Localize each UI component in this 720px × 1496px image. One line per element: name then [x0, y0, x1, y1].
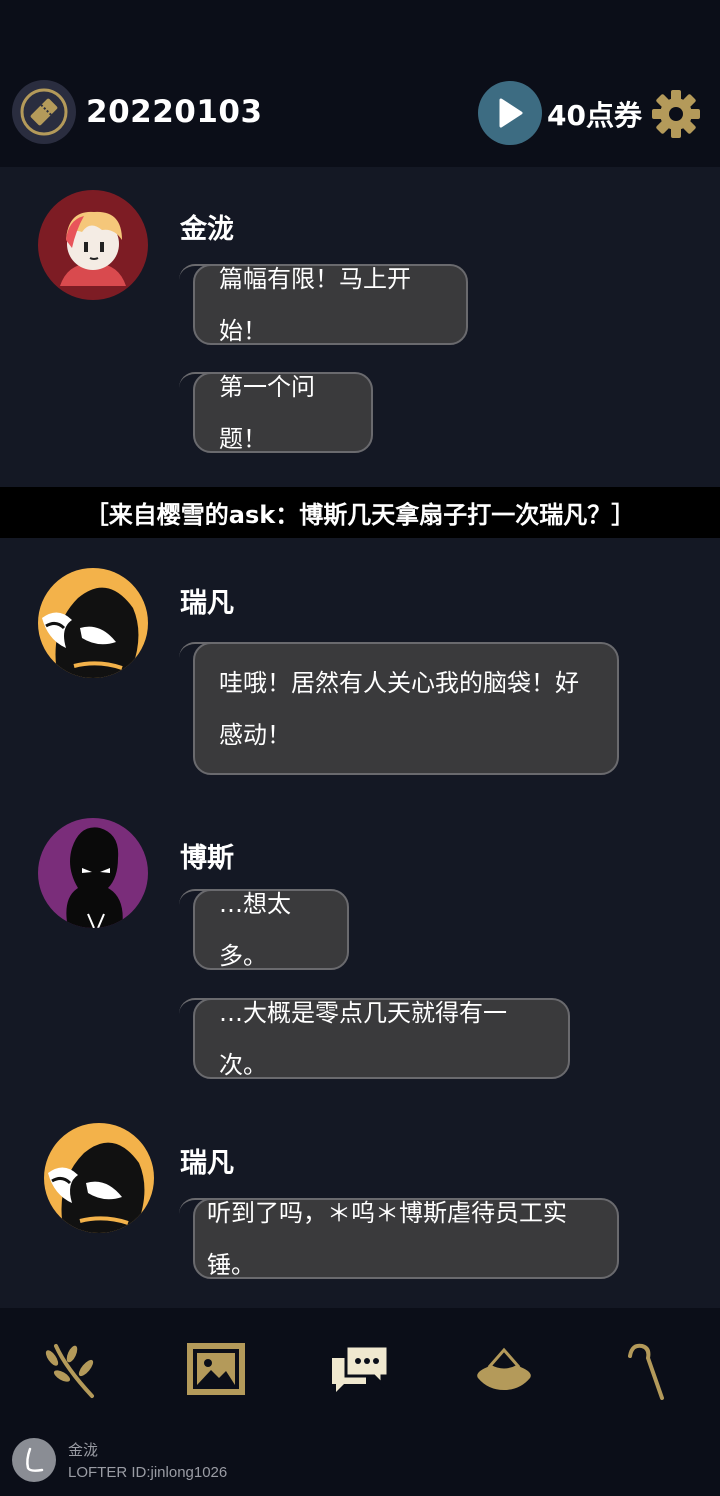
- watermark-id: LOFTER ID:jinlong1026: [68, 1464, 228, 1481]
- question-banner: ［来自樱雪的ask：博斯几天拿扇子打一次瑞凡？］: [0, 487, 720, 538]
- message-bubble: 听到了吗，＊呜＊博斯虐待员工实锤。: [179, 1198, 619, 1279]
- avatar-ruifan: [38, 568, 148, 678]
- avatar-jinlong: [38, 190, 148, 300]
- date-label: 20220103: [86, 94, 263, 130]
- message-bubble: 第一个问题！: [179, 372, 373, 453]
- message-bubble: 篇幅有限！马上开始！: [179, 264, 468, 345]
- speaker-name: 博斯: [180, 843, 234, 874]
- play-icon: [499, 98, 523, 128]
- gallery-icon[interactable]: [184, 1340, 248, 1400]
- ticket-button[interactable]: [12, 80, 76, 144]
- top-bar: [0, 0, 720, 167]
- speaker-name: 金泷: [180, 214, 234, 245]
- watermark-author: 金泷: [68, 1442, 99, 1459]
- lofter-watermark: 金泷 LOFTER ID:jinlong1026: [12, 1438, 227, 1482]
- play-button[interactable]: [478, 81, 542, 145]
- branch-icon[interactable]: [42, 1340, 106, 1400]
- message-bubble: …想太多。: [179, 889, 349, 970]
- ticket-icon: [20, 88, 68, 136]
- points-label: 40点券: [547, 99, 642, 132]
- speaker-name: 瑞凡: [180, 1148, 234, 1179]
- cane-icon[interactable]: [616, 1340, 680, 1400]
- speaker-name: 瑞凡: [180, 588, 234, 619]
- avatar-ruifan: [44, 1123, 154, 1233]
- hat-icon[interactable]: [472, 1340, 536, 1400]
- message-bubble: 哇哦！居然有人关心我的脑袋！好感动！: [179, 642, 619, 775]
- message-bubble: …大概是零点几天就得有一次。: [179, 998, 570, 1079]
- avatar-bosi: [38, 818, 148, 928]
- gear-icon[interactable]: [652, 90, 700, 138]
- chat-icon[interactable]: [328, 1340, 392, 1400]
- lofter-logo-icon: [12, 1438, 56, 1482]
